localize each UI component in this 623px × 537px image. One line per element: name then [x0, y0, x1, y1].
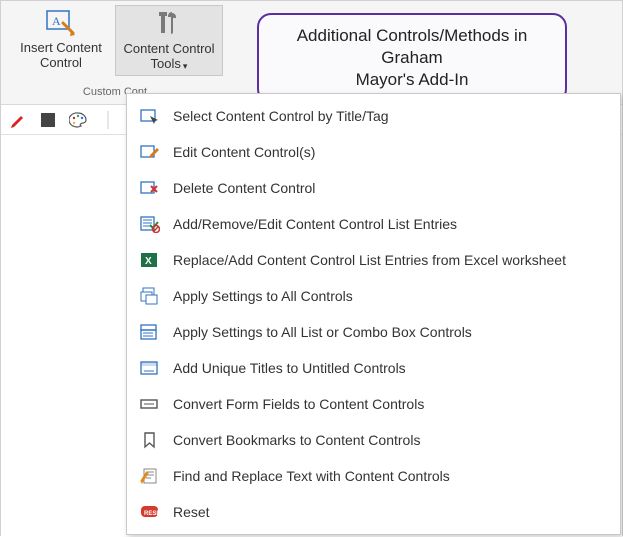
insert-cc-label-2: Control: [40, 55, 82, 70]
insert-content-control-button[interactable]: A Insert Content Control: [7, 5, 115, 76]
menu-item-reset[interactable]: RESET Reset: [127, 494, 620, 530]
menu-item-label: Reset: [173, 504, 210, 520]
menu-item-edit-cc[interactable]: Edit Content Control(s): [127, 134, 620, 170]
annotation-callout: Additional Controls/Methods in Graham Ma…: [257, 13, 567, 103]
list-edit-icon: [139, 213, 161, 235]
svg-text:X: X: [145, 256, 152, 267]
callout-line2: Mayor's Add-In: [356, 70, 469, 89]
select-cc-icon: [139, 105, 161, 127]
menu-item-list-entries[interactable]: Add/Remove/Edit Content Control List Ent…: [127, 206, 620, 242]
menu-item-label: Convert Form Fields to Content Controls: [173, 396, 424, 412]
menu-item-apply-all[interactable]: Apply Settings to All Controls: [127, 278, 620, 314]
apply-list-icon: [139, 321, 161, 343]
convert-form-icon: [139, 393, 161, 415]
menu-item-label: Delete Content Control: [173, 180, 315, 196]
menu-item-label: Edit Content Control(s): [173, 144, 315, 160]
edit-cc-icon: [139, 141, 161, 163]
titles-icon: [139, 357, 161, 379]
menu-item-label: Find and Replace Text with Content Contr…: [173, 468, 450, 484]
reset-icon: RESET: [139, 501, 161, 523]
svg-text:RESET: RESET: [144, 511, 160, 517]
palette-icon[interactable]: [69, 111, 87, 129]
menu-item-convert-bookmarks[interactable]: Convert Bookmarks to Content Controls: [127, 422, 620, 458]
menu-item-select-cc[interactable]: Select Content Control by Title/Tag: [127, 98, 620, 134]
tools-label-2: Tools▾: [151, 56, 188, 73]
menu-item-label: Add Unique Titles to Untitled Controls: [173, 360, 406, 376]
menu-item-titles[interactable]: Add Unique Titles to Untitled Controls: [127, 350, 620, 386]
ribbon-group-custom-controls: A Insert Content Control Content Cont: [7, 5, 223, 101]
tools-label-1: Content Control: [123, 41, 214, 56]
menu-item-label: Select Content Control by Title/Tag: [173, 108, 389, 124]
apply-all-icon: [139, 285, 161, 307]
insert-cc-label-1: Insert Content: [20, 40, 102, 55]
insert-cc-icon: A: [44, 7, 78, 39]
excel-icon: X: [139, 249, 161, 271]
tools-icon: [152, 8, 186, 40]
callout-line1: Additional Controls/Methods in Graham: [297, 26, 528, 67]
delete-cc-icon: [139, 177, 161, 199]
menu-item-find-replace[interactable]: Find and Replace Text with Content Contr…: [127, 458, 620, 494]
menu-item-delete-cc[interactable]: Delete Content Control: [127, 170, 620, 206]
svg-text:A: A: [52, 14, 61, 28]
content-control-tools-menu: Select Content Control by Title/Tag Edit…: [126, 93, 621, 535]
menu-item-apply-list[interactable]: Apply Settings to All List or Combo Box …: [127, 314, 620, 350]
menu-item-convert-form[interactable]: Convert Form Fields to Content Controls: [127, 386, 620, 422]
menu-item-label: Replace/Add Content Control List Entries…: [173, 252, 566, 268]
pen-icon[interactable]: [9, 111, 27, 129]
menu-item-excel[interactable]: X Replace/Add Content Control List Entri…: [127, 242, 620, 278]
bookmark-icon: [139, 429, 161, 451]
chevron-down-icon: ▾: [183, 61, 188, 71]
divider: [99, 111, 117, 129]
square-icon[interactable]: [39, 111, 57, 129]
menu-item-label: Convert Bookmarks to Content Controls: [173, 432, 420, 448]
menu-item-label: Add/Remove/Edit Content Control List Ent…: [173, 216, 457, 232]
find-replace-icon: [139, 465, 161, 487]
menu-item-label: Apply Settings to All List or Combo Box …: [173, 324, 472, 340]
menu-item-label: Apply Settings to All Controls: [173, 288, 353, 304]
content-control-tools-button[interactable]: Content Control Tools▾: [115, 5, 223, 76]
